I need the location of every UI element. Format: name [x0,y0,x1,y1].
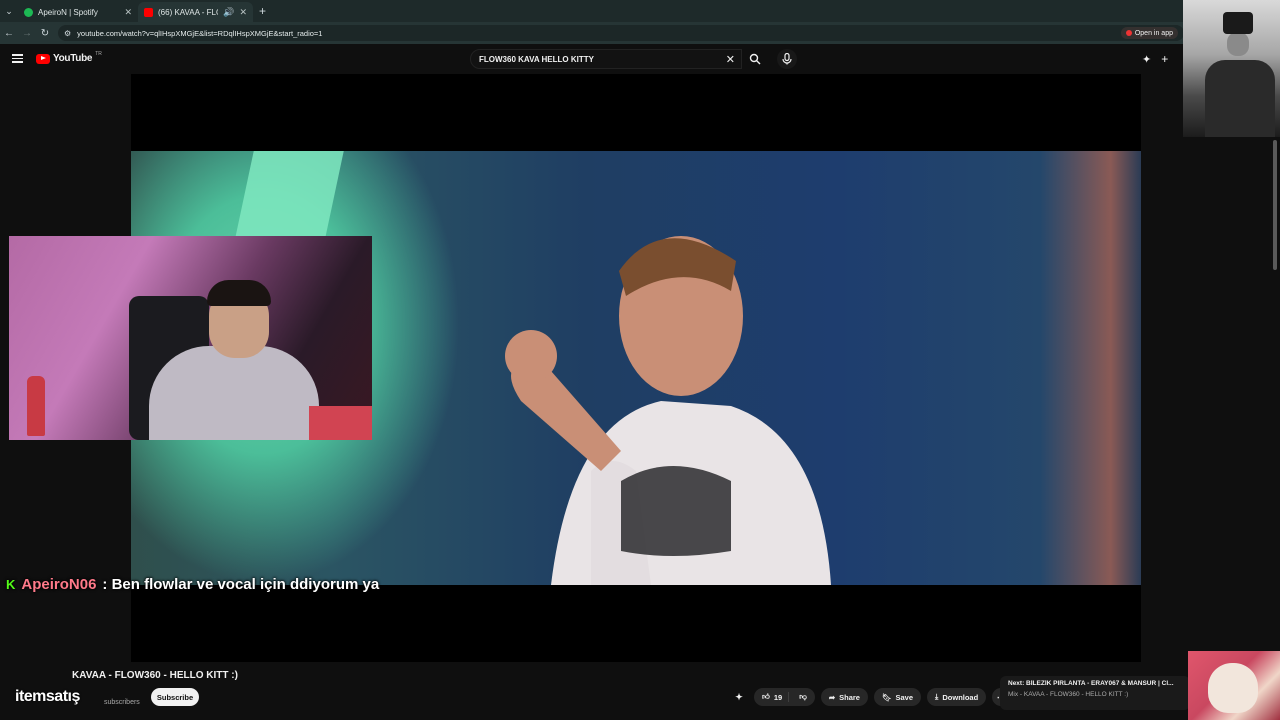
create-icon[interactable]: + [1161,52,1168,66]
video-actions: ✦ 👍︎ 19 👎︎ ➦ Share 🔖︎ Save ⤓ Download [730,688,1011,706]
cat-webcam-overlay [1188,651,1280,720]
photo-figure-face [1227,32,1249,56]
cat-face [1208,663,1258,713]
forward-icon[interactable]: → [18,28,36,39]
video-info-bar: KAVAA - FLOW360 - HELLO KITT :) subscrib… [0,662,1280,720]
photo-figure-coat [1205,60,1275,137]
country-code: TR [95,50,102,57]
youtube-header: YouTube TR FLOW360 KAVA HELLO KITTY ✕ ✦ … [0,44,1280,74]
mix-playlist-title: Mix - KAVAA - FLOW360 - HELLO KITT :) [1008,691,1129,698]
next-video-title: Next: BİLEZİK PIRLANTA - ERAY067 & MANSU… [1008,680,1174,687]
download-label: Download [942,692,979,702]
search-input[interactable]: FLOW360 KAVA HELLO KITTY ✕ [470,49,742,69]
streamer-hoodie [149,346,319,440]
video-title: KAVAA - FLOW360 - HELLO KITT :) [72,670,238,681]
tab-spotify[interactable]: ApeiroN | Spotify ✕ [18,2,138,22]
tab-title: (66) KAVAA - FLOW360 - H [158,7,218,17]
close-tab-icon[interactable]: ✕ [239,7,247,18]
open-in-app-button[interactable]: Open in app [1120,27,1178,39]
streamer-hair [207,280,271,306]
photo-figure-hat [1223,12,1253,34]
app-icon [1125,30,1132,36]
clear-search-icon[interactable]: ✕ [726,53,735,66]
download-icon: ⤓ [935,692,939,701]
subscribe-button[interactable]: Subscribe [151,688,199,706]
chat-message: : Ben flowlar ve vocal için ddiyorum ya [102,576,380,593]
next-video-card[interactable]: Next: BİLEZİK PIRLANTA - ERAY067 & MANSU… [1000,676,1190,710]
url-text: youtube.com/watch?v=qlIHspXMGjE&list=RDq… [77,28,323,38]
bookmark-icon: 🔖︎ [881,692,892,702]
like-button[interactable]: 👍︎ 19 [754,692,790,702]
gemini-icon[interactable]: ✦ [1142,53,1151,66]
thumbs-up-icon: 👍︎ [762,692,770,701]
microphone-icon [782,53,792,65]
menu-icon[interactable] [12,52,23,66]
like-count: 19 [773,692,783,702]
open-in-app-label: Open in app [1134,29,1173,37]
share-label: Share [839,692,860,702]
thumbs-down-icon: 👎︎ [799,692,807,701]
save-label: Save [895,692,914,702]
search-query: FLOW360 KAVA HELLO KITTY [479,54,594,64]
tab-youtube[interactable]: (66) KAVAA - FLOW360 - H 🔊 ✕ [138,2,253,22]
speaker-icon[interactable]: 🔊 [223,7,234,18]
close-tab-icon[interactable]: ✕ [124,7,132,18]
kick-icon: K [6,577,16,592]
youtube-icon [144,7,153,17]
youtube-logo[interactable]: YouTube TR [36,50,102,64]
youtube-play-icon [36,53,50,64]
tab-search-chevron-icon[interactable]: ⌄ [0,0,18,22]
download-button[interactable]: ⤓ Download [927,688,987,706]
reload-icon[interactable]: ↻ [36,28,54,39]
photo-overlay [1183,0,1280,137]
back-icon[interactable]: ← [0,28,18,39]
chat-overlay: K ApeiroN06 : Ben flowlar ve vocal için … [6,576,379,593]
subscriber-count: subscribers [104,699,140,706]
voice-search-button[interactable] [777,49,797,69]
address-bar-row: ← → ↻ ⚙ youtube.com/watch?v=qlIHspXMGjE&… [0,22,1280,44]
ask-icon[interactable]: ✦ [730,688,748,706]
streamer-webcam [9,236,372,440]
logo-text: YouTube [53,53,93,64]
search-button[interactable] [742,49,768,69]
search-icon [749,53,761,65]
site-info-icon[interactable]: ⚙ [64,29,71,38]
share-icon: ➦ [828,692,836,702]
header-actions: ✦ + [1142,52,1168,66]
performer-figure [505,236,831,585]
browser-tab-strip: ⌄ ApeiroN | Spotify ✕ (66) KAVAA - FLOW3… [0,0,1280,22]
share-button[interactable]: ➦ Share [820,688,868,706]
bottle [27,376,45,436]
chat-username: ApeiroN06 [21,576,97,593]
page-scrollbar[interactable] [1273,140,1277,270]
dislike-button[interactable]: 👎︎ [793,692,815,702]
desk [309,406,372,440]
url-field[interactable]: ⚙ youtube.com/watch?v=qlIHspXMGjE&list=R… [58,25,1184,41]
save-button[interactable]: 🔖︎ Save [873,688,922,706]
spotify-icon [24,7,33,17]
like-dislike-group: 👍︎ 19 👎︎ [754,688,815,706]
tab-title: ApeiroN | Spotify [38,7,98,17]
screen: ⌄ ApeiroN | Spotify ✕ (66) KAVAA - FLOW3… [0,0,1280,720]
itemsatis-watermark: itemsatış [15,688,80,705]
new-tab-button[interactable]: + [259,4,266,18]
